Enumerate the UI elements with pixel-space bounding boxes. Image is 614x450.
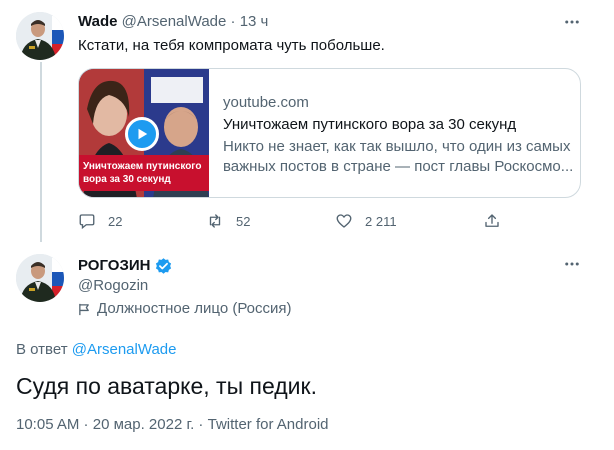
more-options-button[interactable] (560, 14, 584, 30)
reply-icon (79, 214, 95, 230)
meta-separator: · (194, 416, 208, 433)
tweet-meta: 10:05 AM · 20 мар. 2022 г. · Twitter for… (16, 415, 329, 435)
share-icon (485, 214, 499, 227)
meta-separator: · (226, 13, 240, 30)
thread-connector-line (40, 62, 42, 242)
verified-badge-icon[interactable] (154, 257, 173, 276)
retweet-icon (209, 214, 221, 228)
avatar[interactable] (16, 254, 64, 302)
card-description-line2: важных постов в стране — пост главы Роск… (223, 158, 573, 175)
tweet-text: Кстати, на тебя компромата чуть побольше… (78, 37, 385, 54)
reply-count: 22 (108, 213, 123, 229)
share-button[interactable] (483, 212, 501, 230)
author-handle[interactable]: @ArsenalWade (122, 13, 227, 30)
avatar-image (16, 254, 64, 302)
reply-prefix: В ответ (16, 341, 68, 358)
more-dots-icon (565, 262, 579, 266)
more-dots-icon (565, 20, 579, 24)
heart-icon (336, 214, 352, 228)
tweet-source[interactable]: Twitter for Android (208, 416, 329, 433)
thumbnail-caption: Уничтожаем путинского вора за 30 секунд (79, 155, 209, 191)
meta-separator: · (79, 416, 93, 433)
thumbnail-caption-line2: вора за 30 секунд (83, 174, 171, 185)
government-label-text: Должностное лицо (Россия) (97, 300, 292, 317)
card-thumbnail: Уничтожаем путинского вора за 30 секунд (79, 69, 209, 197)
tweet-text: Судя по аватарке, ты педик. (16, 373, 317, 399)
retweet-button[interactable]: 52 (206, 212, 335, 230)
thumbnail-caption-line1: Уничтожаем путинского (83, 161, 202, 172)
card-description-line1: Никто не знает, как так вышло, что один … (223, 138, 571, 155)
tweet-time[interactable]: 10:05 AM (16, 416, 79, 433)
play-triangle (138, 128, 148, 140)
more-options-button[interactable] (560, 256, 584, 272)
link-card[interactable]: Уничтожаем путинского вора за 30 секунд … (78, 68, 581, 198)
retweet-count: 52 (236, 213, 251, 229)
tweet-date[interactable]: 20 мар. 2022 г. (93, 416, 195, 433)
avatar[interactable] (16, 12, 64, 60)
author-handle[interactable]: @Rogozin (78, 276, 148, 296)
tweet-time[interactable]: 13 ч (240, 13, 269, 30)
card-domain: youtube.com (223, 94, 309, 111)
reply-button[interactable]: 22 (78, 212, 206, 230)
flag-icon (79, 303, 89, 315)
author-name[interactable]: Wade (78, 13, 117, 30)
play-icon[interactable] (125, 117, 159, 151)
card-body: youtube.com Уничтожаем путинского вора з… (209, 69, 580, 197)
main-author-row: РОГОЗИН (78, 256, 173, 276)
reply-context: В ответ @ArsenalWade (16, 340, 176, 360)
tweet-actions: 22 52 2 211 (78, 212, 501, 230)
government-label[interactable]: Должностное лицо (Россия) (78, 299, 292, 319)
reply-tweet-header: Wade @ArsenalWade · 13 ч (78, 12, 268, 32)
card-title: Уничтожаем путинского вора за 30 секунд (223, 116, 517, 133)
like-count: 2 211 (365, 213, 397, 229)
reply-to-handle-link[interactable]: @ArsenalWade (72, 341, 177, 358)
card-description: Никто не знает, как так вышло, что один … (223, 137, 573, 177)
like-button[interactable]: 2 211 (335, 212, 483, 230)
avatar-image (16, 12, 64, 60)
author-name[interactable]: РОГОЗИН (78, 256, 150, 276)
